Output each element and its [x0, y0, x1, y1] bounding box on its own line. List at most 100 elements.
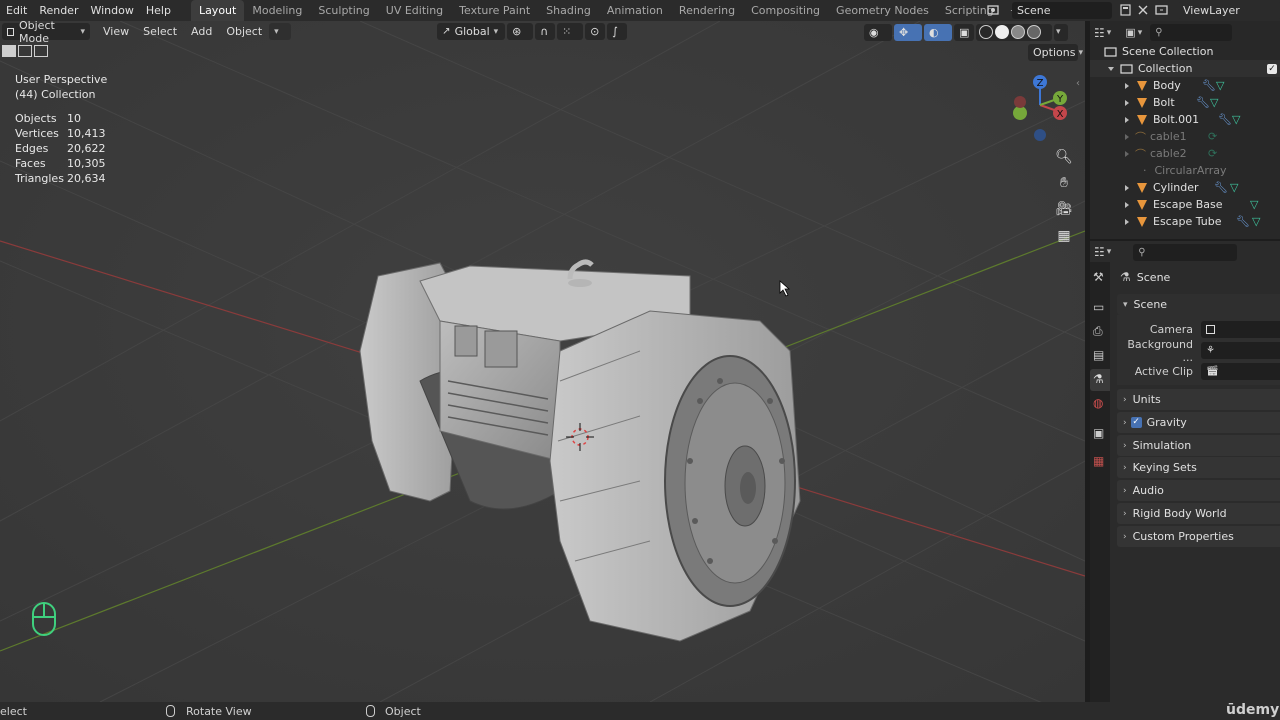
scene-selector[interactable]: Scene: [986, 1, 1150, 19]
panel-simulation[interactable]: › Simulation: [1117, 435, 1280, 456]
panel-keying-sets[interactable]: › Keying Sets: [1117, 457, 1280, 478]
tab-compositing[interactable]: Compositing: [743, 0, 828, 21]
visibility-selector[interactable]: ◉: [864, 23, 892, 41]
outliner-collection-row[interactable]: Collection ✓: [1090, 60, 1280, 77]
material-shading-icon[interactable]: [1011, 25, 1025, 39]
scene-name-field[interactable]: Scene: [1012, 1, 1112, 19]
wireframe-shading-icon[interactable]: [979, 25, 993, 39]
navigation-gizmo[interactable]: Z X Y: [1006, 70, 1082, 146]
editor-type-icon[interactable]: ☷: [1094, 245, 1105, 259]
panel-units[interactable]: › Units: [1117, 389, 1280, 410]
menu-help[interactable]: Help: [140, 0, 177, 21]
perspective-grid-icon[interactable]: ▦: [1053, 225, 1075, 247]
menu-view[interactable]: View: [96, 25, 136, 38]
panel-custom-properties[interactable]: › Custom Properties: [1117, 526, 1280, 547]
outliner-item-escape-base[interactable]: Escape Base ▽: [1090, 196, 1280, 213]
pan-hand-icon[interactable]: ✋︎: [1053, 172, 1075, 194]
xray-toggle[interactable]: ▣: [954, 23, 974, 41]
expand-arrow-icon[interactable]: [1125, 82, 1129, 89]
tab-animation[interactable]: Animation: [599, 0, 671, 21]
select-extend-icon[interactable]: [18, 45, 32, 57]
expand-arrow-icon[interactable]: [1125, 184, 1129, 191]
options-button[interactable]: Options ▾: [1028, 44, 1083, 62]
snap-target-selector[interactable]: ⁙: [557, 23, 584, 40]
view-layer-field[interactable]: ViewLayer: [1178, 1, 1280, 19]
menu-object[interactable]: Object: [219, 25, 269, 38]
gravity-checkbox[interactable]: ✓: [1130, 417, 1142, 428]
outliner-scene-collection[interactable]: Scene Collection: [1090, 43, 1280, 60]
tab-uv-editing[interactable]: UV Editing: [378, 0, 451, 21]
outliner-item-bolt-001[interactable]: Bolt.001 🔧︎ ▽: [1090, 111, 1280, 128]
tab-sculpting[interactable]: Sculpting: [310, 0, 377, 21]
view-layer-selector[interactable]: ViewLayer: [1154, 1, 1280, 19]
solid-shading-icon[interactable]: [995, 25, 1009, 39]
editor-type-icon[interactable]: ☷: [1094, 26, 1105, 40]
outliner-item-bolt[interactable]: Bolt 🔧︎ ▽: [1090, 94, 1280, 111]
expand-arrow-icon[interactable]: [1108, 66, 1114, 71]
menu-add[interactable]: Add: [184, 25, 219, 38]
neg-x-axis-icon[interactable]: [1014, 96, 1026, 108]
expand-arrow-icon[interactable]: [1125, 150, 1129, 157]
expand-arrow-icon[interactable]: [1125, 201, 1129, 208]
select-subtract-icon[interactable]: [34, 45, 48, 57]
outliner-item-cable2[interactable]: ⌒ cable2 ⟳: [1090, 145, 1280, 162]
panel-rigid-body-world[interactable]: › Rigid Body World: [1117, 503, 1280, 524]
gpencil-toggle[interactable]: ▾: [269, 23, 292, 40]
tool-tab-icon[interactable]: ⚒: [1093, 270, 1104, 284]
shading-options[interactable]: ▾: [1054, 23, 1068, 41]
view-layer-tab-icon[interactable]: ▤: [1093, 348, 1104, 362]
outliner-item-cable1[interactable]: ⌒ cable1 ⟳: [1090, 128, 1280, 145]
collection-icon: [1120, 63, 1133, 74]
sidebar-collapse-icon[interactable]: ‹: [1076, 78, 1080, 89]
scene-panel-header[interactable]: ▾ Scene: [1117, 294, 1280, 315]
rendered-shading-icon[interactable]: [1027, 25, 1041, 39]
tab-shading[interactable]: Shading: [538, 0, 599, 21]
expand-arrow-icon[interactable]: [1125, 218, 1129, 225]
panel-gravity[interactable]: › ✓ Gravity: [1117, 412, 1280, 433]
select-box-icon[interactable]: [2, 45, 16, 57]
scene-tab-icon[interactable]: ⚗: [1090, 369, 1110, 391]
menu-select[interactable]: Select: [136, 25, 184, 38]
background-field[interactable]: ⚘: [1201, 342, 1280, 359]
world-tab-icon[interactable]: ◍: [1093, 396, 1103, 410]
expand-arrow-icon[interactable]: [1125, 116, 1129, 123]
expand-arrow-icon[interactable]: [1125, 133, 1129, 140]
tab-layout[interactable]: Layout: [190, 0, 245, 21]
mode-selector[interactable]: Object Mode ▾: [2, 19, 90, 45]
transform-orientation-selector[interactable]: ↗ Global ▾: [437, 23, 506, 40]
3d-viewport[interactable]: [0, 21, 1085, 702]
menu-window[interactable]: Window: [84, 0, 139, 21]
outliner-item-circulararray[interactable]: · CircularArray: [1090, 162, 1280, 179]
active-clip-field[interactable]: 🎬︎: [1201, 363, 1280, 380]
falloff-selector[interactable]: ∫: [607, 23, 628, 40]
collection-tab-icon[interactable]: ▣: [1093, 426, 1104, 440]
collection-checkbox[interactable]: ✓: [1267, 63, 1277, 74]
tab-texture-paint[interactable]: Texture Paint: [451, 0, 538, 21]
camera-field[interactable]: [1201, 321, 1280, 338]
properties-search-input[interactable]: ⚲: [1133, 243, 1238, 261]
neg-z-axis-icon[interactable]: [1034, 129, 1046, 141]
outliner-item-cylinder[interactable]: Cylinder 🔧︎ ▽: [1090, 179, 1280, 196]
neg-y-axis-icon[interactable]: [1013, 106, 1027, 120]
output-tab-icon[interactable]: ⎙: [1093, 324, 1103, 339]
overlays-toggle[interactable]: ◐: [924, 23, 952, 41]
texture-tab-icon[interactable]: ▦: [1093, 454, 1104, 468]
snap-toggle[interactable]: ∩: [535, 23, 556, 40]
expand-arrow-icon[interactable]: [1125, 99, 1129, 106]
gizmo-toggle[interactable]: ✥: [894, 23, 922, 41]
camera-view-icon[interactable]: 🎥︎: [1053, 198, 1075, 220]
zoom-icon[interactable]: 🔍︎: [1053, 146, 1075, 168]
proportional-editing-toggle[interactable]: ⊙: [585, 23, 606, 40]
tab-modeling[interactable]: Modeling: [244, 0, 310, 21]
outliner-item-body[interactable]: Body 🔧︎ ▽: [1090, 77, 1280, 94]
outliner-item-escape-tube[interactable]: Escape Tube 🔧︎ ▽: [1090, 213, 1280, 230]
panel-audio[interactable]: › Audio: [1117, 480, 1280, 501]
tab-rendering[interactable]: Rendering: [671, 0, 743, 21]
delete-scene-icon[interactable]: [1136, 3, 1150, 17]
tab-geometry-nodes[interactable]: Geometry Nodes: [828, 0, 937, 21]
new-scene-icon[interactable]: [1118, 3, 1134, 17]
display-mode-icon[interactable]: ▣: [1125, 26, 1135, 39]
render-tab-icon[interactable]: ▭: [1093, 300, 1104, 314]
outliner-search-input[interactable]: ⚲: [1150, 24, 1233, 41]
pivot-selector[interactable]: ⊛: [507, 23, 534, 40]
